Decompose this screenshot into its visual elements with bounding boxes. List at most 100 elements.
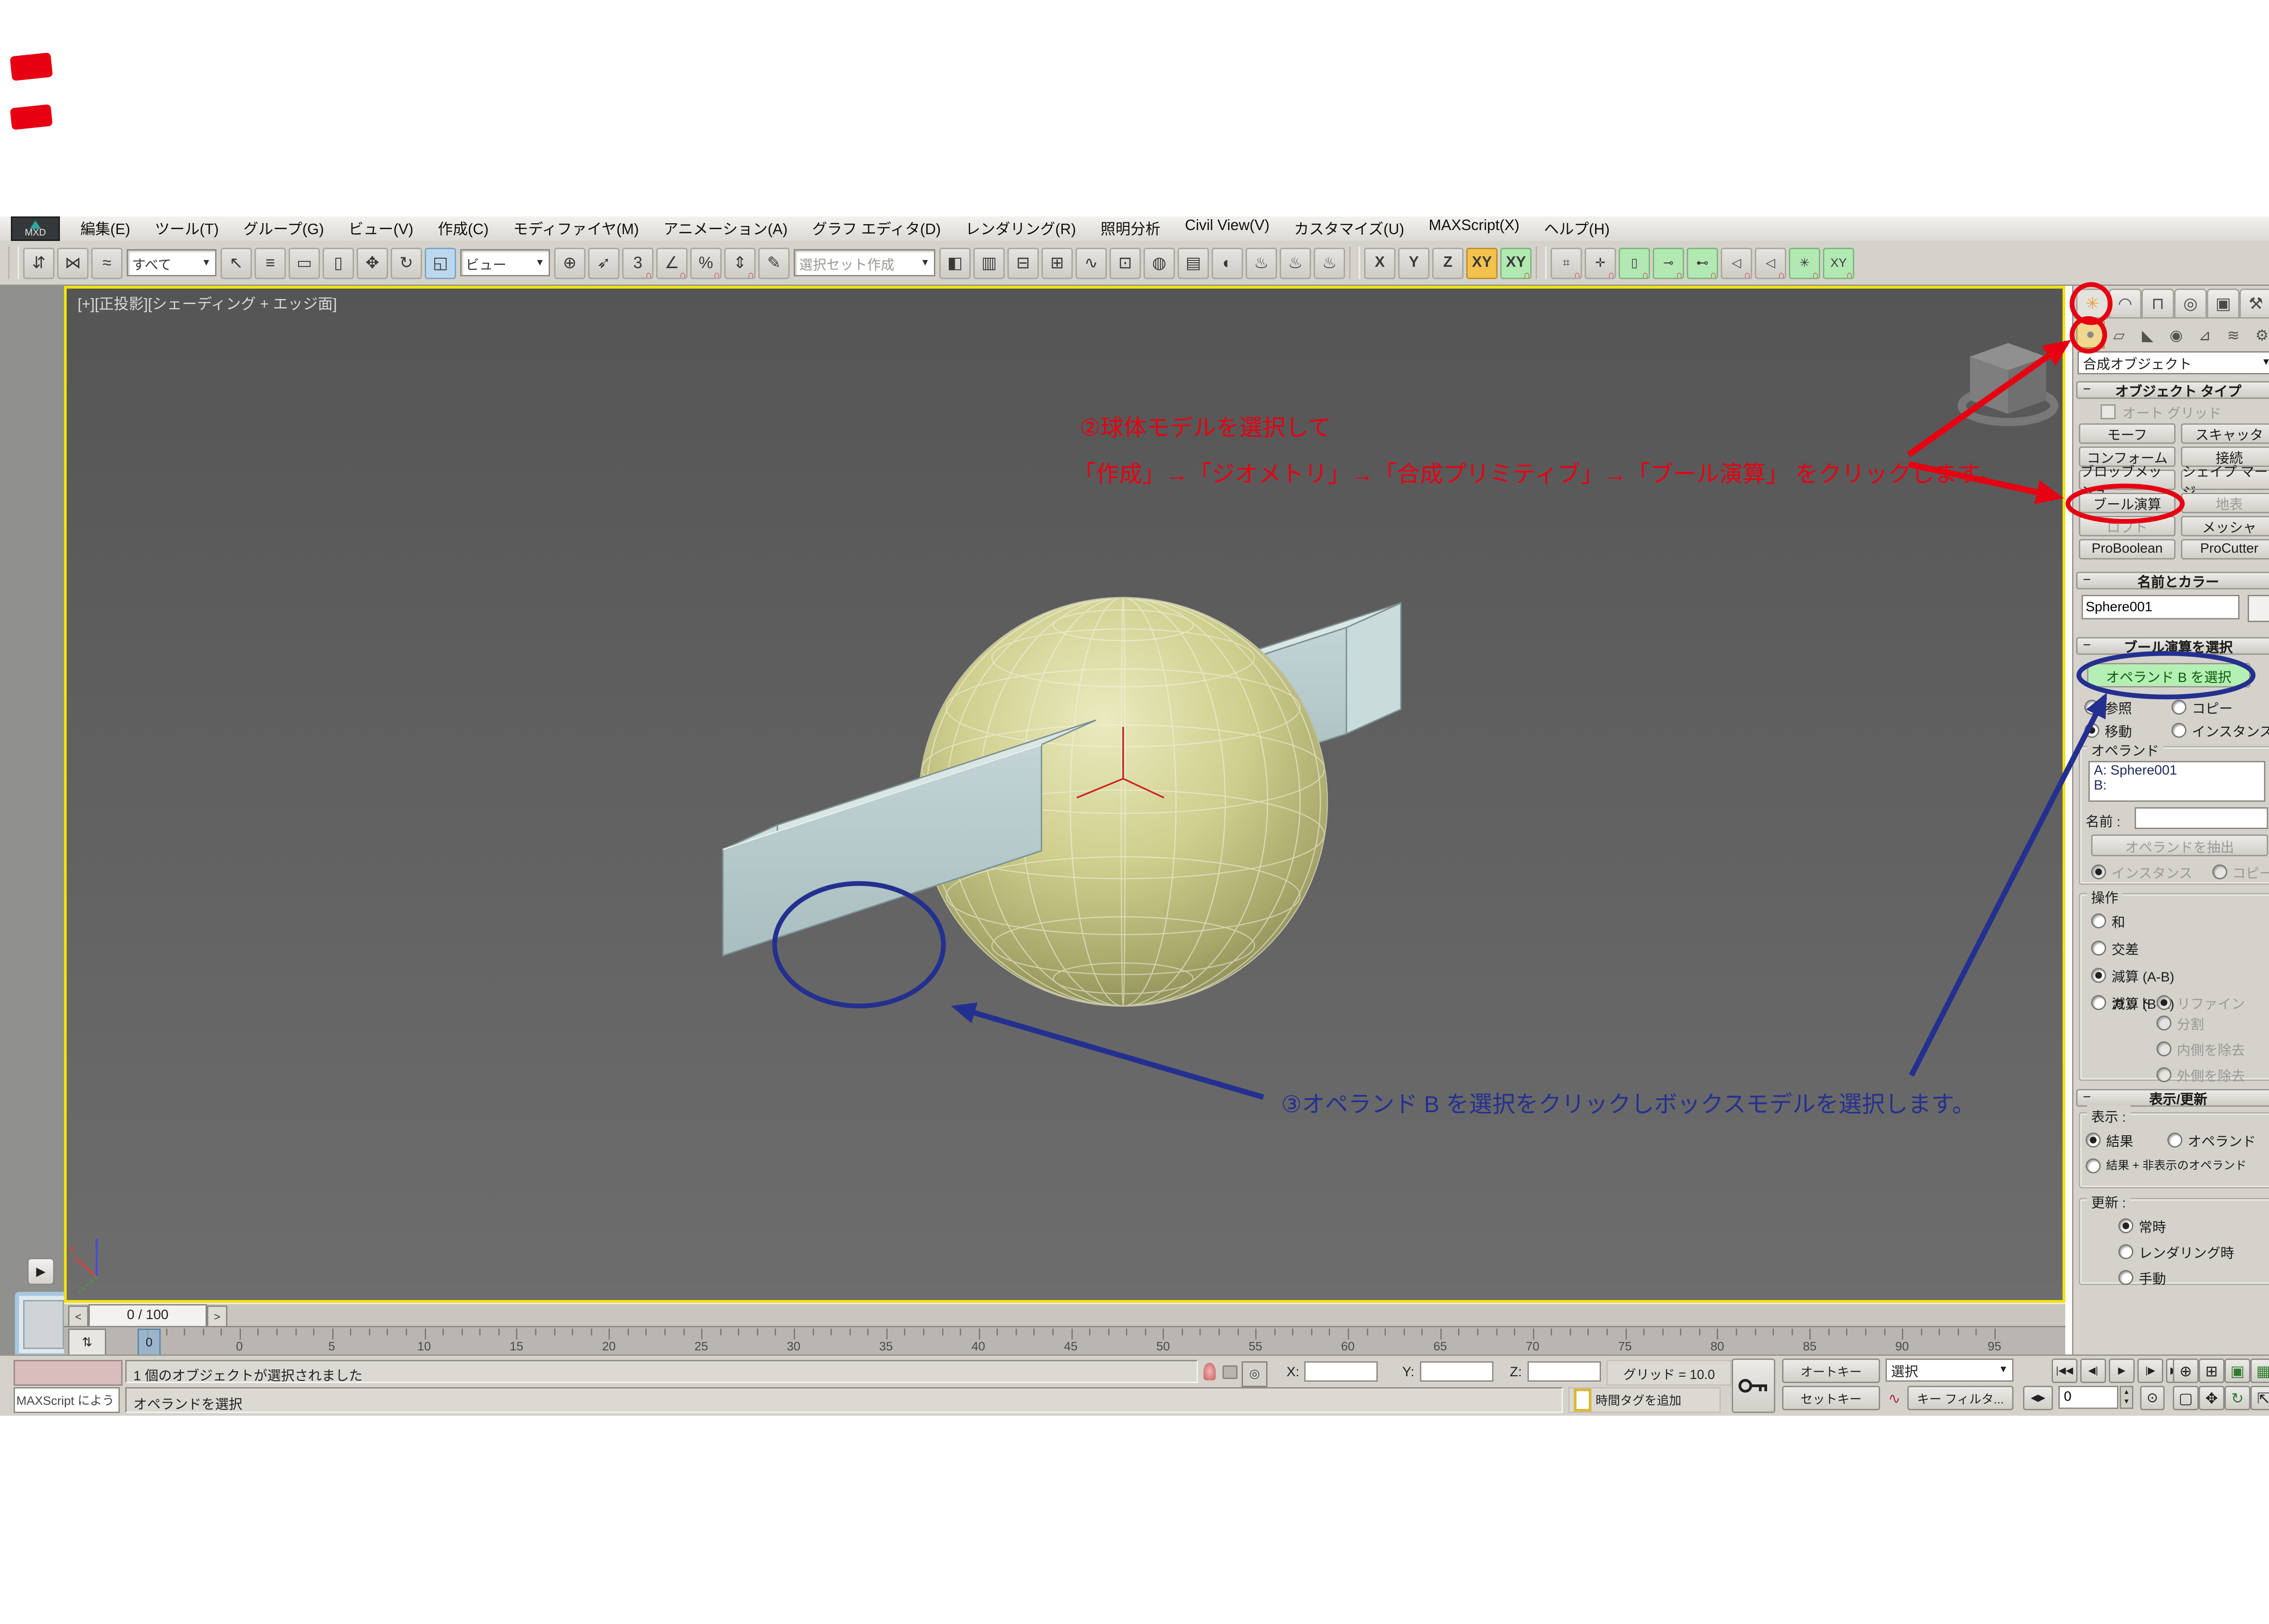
snap-grid-icon[interactable]: ⌗ — [1551, 247, 1582, 279]
category-cameras[interactable]: ◉ — [2162, 321, 2190, 348]
key-filter-button[interactable]: キー フィルタ... — [1907, 1386, 2014, 1410]
axis-z-button[interactable]: Z — [1432, 247, 1464, 279]
tab-motion[interactable]: ◎ — [2174, 289, 2207, 319]
layer-manager-icon[interactable]: ⊟ — [1007, 247, 1039, 279]
time-configuration-button[interactable]: ⊙ — [2140, 1386, 2165, 1410]
object-type-button[interactable]: モーフ — [2079, 423, 2176, 444]
extract-method-radio[interactable]: インスタンス — [2091, 862, 2193, 882]
extract-operand-button[interactable]: オペランドを抽出 — [2091, 834, 2268, 856]
key-lock-icon[interactable] — [1732, 1359, 1775, 1413]
select-and-link-icon[interactable]: ⇵ — [23, 247, 54, 279]
clone-method-radio[interactable]: 移動 — [2084, 720, 2169, 741]
category-helpers[interactable]: ⊿ — [2190, 321, 2219, 348]
snap-face2-icon[interactable]: ◁ — [1755, 247, 1786, 279]
render-quick-icon[interactable]: ♨ — [1314, 247, 1345, 279]
select-object-icon[interactable]: ↖ — [221, 247, 252, 279]
time-slider[interactable]: < 0 / 100 > — [64, 1303, 2065, 1326]
snap-pivot-icon[interactable]: ✛ — [1585, 247, 1616, 279]
menu-item[interactable]: カスタマイズ(U) — [1282, 216, 1417, 241]
tab-modify[interactable]: ◠ — [2109, 289, 2141, 319]
time-slider-forward-button[interactable]: > — [207, 1305, 227, 1327]
zoom-icon[interactable]: ⊕ — [2173, 1359, 2199, 1383]
current-frame-field[interactable] — [2058, 1386, 2118, 1409]
material-editor-icon[interactable]: ◍ — [1144, 247, 1175, 279]
menu-item[interactable]: アニメーション(A) — [651, 216, 800, 241]
menu-item[interactable]: ヘルプ(H) — [1532, 216, 1622, 241]
pick-operand-b-button[interactable]: オペランド B を選択 — [2087, 663, 2250, 687]
rendered-frame-window-icon[interactable]: ◐ — [1212, 247, 1243, 279]
current-frame-marker[interactable]: 0 — [138, 1329, 161, 1356]
category-shapes[interactable]: ▱ — [2105, 321, 2133, 348]
update-mode-radio[interactable]: 常時 — [2118, 1216, 2234, 1236]
object-type-button[interactable]: ロフト — [2079, 516, 2176, 536]
time-slider-back-button[interactable]: < — [68, 1305, 88, 1327]
curve-editor-icon[interactable]: ∿ — [1076, 247, 1107, 279]
display-result-hidden-radio[interactable]: 結果 + 非表示のオペランド — [2086, 1157, 2247, 1173]
menu-item[interactable]: 編集(E) — [68, 216, 142, 241]
zoom-region-icon[interactable]: ▢ — [2173, 1386, 2199, 1410]
object-type-button[interactable]: メッシャ — [2181, 516, 2269, 536]
rollout-header[interactable]: 表示/更新 — [2076, 1089, 2269, 1107]
tab-display[interactable]: ▣ — [2207, 289, 2240, 319]
render-production-icon[interactable]: ♨ — [1246, 247, 1277, 279]
zoom-extents-all-icon[interactable]: ▦ — [2250, 1359, 2269, 1383]
track-bar[interactable]: ⇅ 05101520253035404550556065707580859095… — [64, 1326, 2065, 1354]
reference-coordinate-dropdown[interactable]: ビュー▼ — [460, 249, 550, 276]
operation-radio[interactable]: 交差 — [2091, 938, 2174, 958]
play-button[interactable]: ▶ — [2109, 1359, 2135, 1383]
next-frame-button[interactable]: |▶ — [2137, 1359, 2163, 1383]
render-iterative-icon[interactable]: ♨ — [1280, 247, 1311, 279]
align-icon[interactable]: ▥ — [973, 247, 1005, 279]
operands-list[interactable]: A: Sphere001B: — [2088, 761, 2265, 802]
object-type-button[interactable]: ProCutter — [2181, 539, 2269, 559]
use-pivot-center-icon[interactable]: ⊕ — [554, 247, 585, 279]
snap-edge-icon[interactable]: ⊸ — [1653, 247, 1684, 279]
menu-item[interactable]: グループ(G) — [231, 216, 336, 241]
frame-spinner[interactable]: ▲▼ — [2120, 1386, 2133, 1409]
z-coordinate-field[interactable] — [1527, 1361, 1601, 1382]
pan-icon[interactable]: ✥ — [2199, 1386, 2225, 1410]
selection-set-dropdown[interactable]: 選択▼ — [1886, 1359, 2014, 1382]
mirror-icon[interactable]: ◧ — [939, 247, 971, 279]
edit-named-selection-sets-icon[interactable]: ✎ — [758, 247, 790, 279]
application-button[interactable]: MXD — [11, 216, 60, 241]
axis-xy-snap-button[interactable]: XY — [1500, 247, 1532, 279]
select-and-manipulate-icon[interactable]: ➶ — [588, 247, 619, 279]
transform-mode-icon[interactable]: ◎ — [1242, 1361, 1267, 1387]
object-type-button[interactable]: ProBoolean — [2079, 539, 2176, 559]
tab-utilities[interactable]: ⚒ — [2240, 289, 2269, 319]
trackbar-mode-icon[interactable]: ⇅ — [68, 1329, 106, 1356]
operation-radio[interactable]: 減算 (A-B) — [2091, 965, 2174, 986]
time-tag-button[interactable]: 時間タグを追加 — [1568, 1387, 1721, 1413]
snap-vertex-icon[interactable]: ▯ — [1619, 247, 1650, 279]
axis-xy-button[interactable]: XY — [1466, 247, 1498, 279]
window-crossing-icon[interactable]: ▯ — [323, 247, 354, 279]
select-and-scale-icon[interactable]: ◱ — [425, 247, 456, 279]
menu-item[interactable]: MAXScript(X) — [1416, 216, 1532, 241]
operation-cut-radio[interactable]: カット — [2091, 992, 2152, 1013]
rollout-header[interactable]: 名前とカラー — [2076, 572, 2269, 589]
rollout-header[interactable]: オブジェクト タイプ — [2076, 381, 2269, 399]
category-space-warps[interactable]: ≋ — [2219, 321, 2248, 348]
select-and-rotate-icon[interactable]: ↻ — [391, 247, 422, 279]
menu-item[interactable]: レンダリング(R) — [953, 216, 1088, 241]
object-category-dropdown[interactable]: 合成オブジェクト▼ — [2077, 351, 2269, 374]
zoom-all-icon[interactable]: ⊞ — [2199, 1359, 2225, 1383]
graphite-ribbon-toggle-icon[interactable]: ⊞ — [1041, 247, 1073, 279]
key-mode-icon[interactable]: ∿ — [1886, 1387, 1903, 1410]
object-name-field[interactable] — [2082, 595, 2240, 619]
snap-face-icon[interactable]: ◁ — [1721, 247, 1752, 279]
menu-item[interactable]: モディファイヤ(M) — [501, 216, 651, 241]
autogrid-checkbox[interactable]: オート グリッド — [2101, 402, 2221, 422]
menu-item[interactable]: 照明分析 — [1088, 216, 1173, 241]
viewport-label[interactable]: [+][正投影][シェーディング + エッジ面] — [78, 293, 337, 314]
menu-item[interactable]: グラフ エディタ(D) — [800, 216, 953, 241]
bind-to-space-warp-icon[interactable]: ≈ — [91, 247, 123, 279]
previous-frame-button[interactable]: ◀| — [2080, 1359, 2106, 1383]
named-selection-set-dropdown[interactable]: 選択セット作成▼ — [794, 249, 935, 276]
operation-radio[interactable]: 和 — [2091, 911, 2174, 931]
open-mini-listener-button[interactable]: ▶ — [27, 1258, 54, 1285]
clone-method-radio[interactable]: コピー — [2171, 697, 2269, 717]
extract-method-radio[interactable]: コピー — [2212, 862, 2269, 882]
object-type-button[interactable]: ブール演算 — [2079, 493, 2176, 513]
